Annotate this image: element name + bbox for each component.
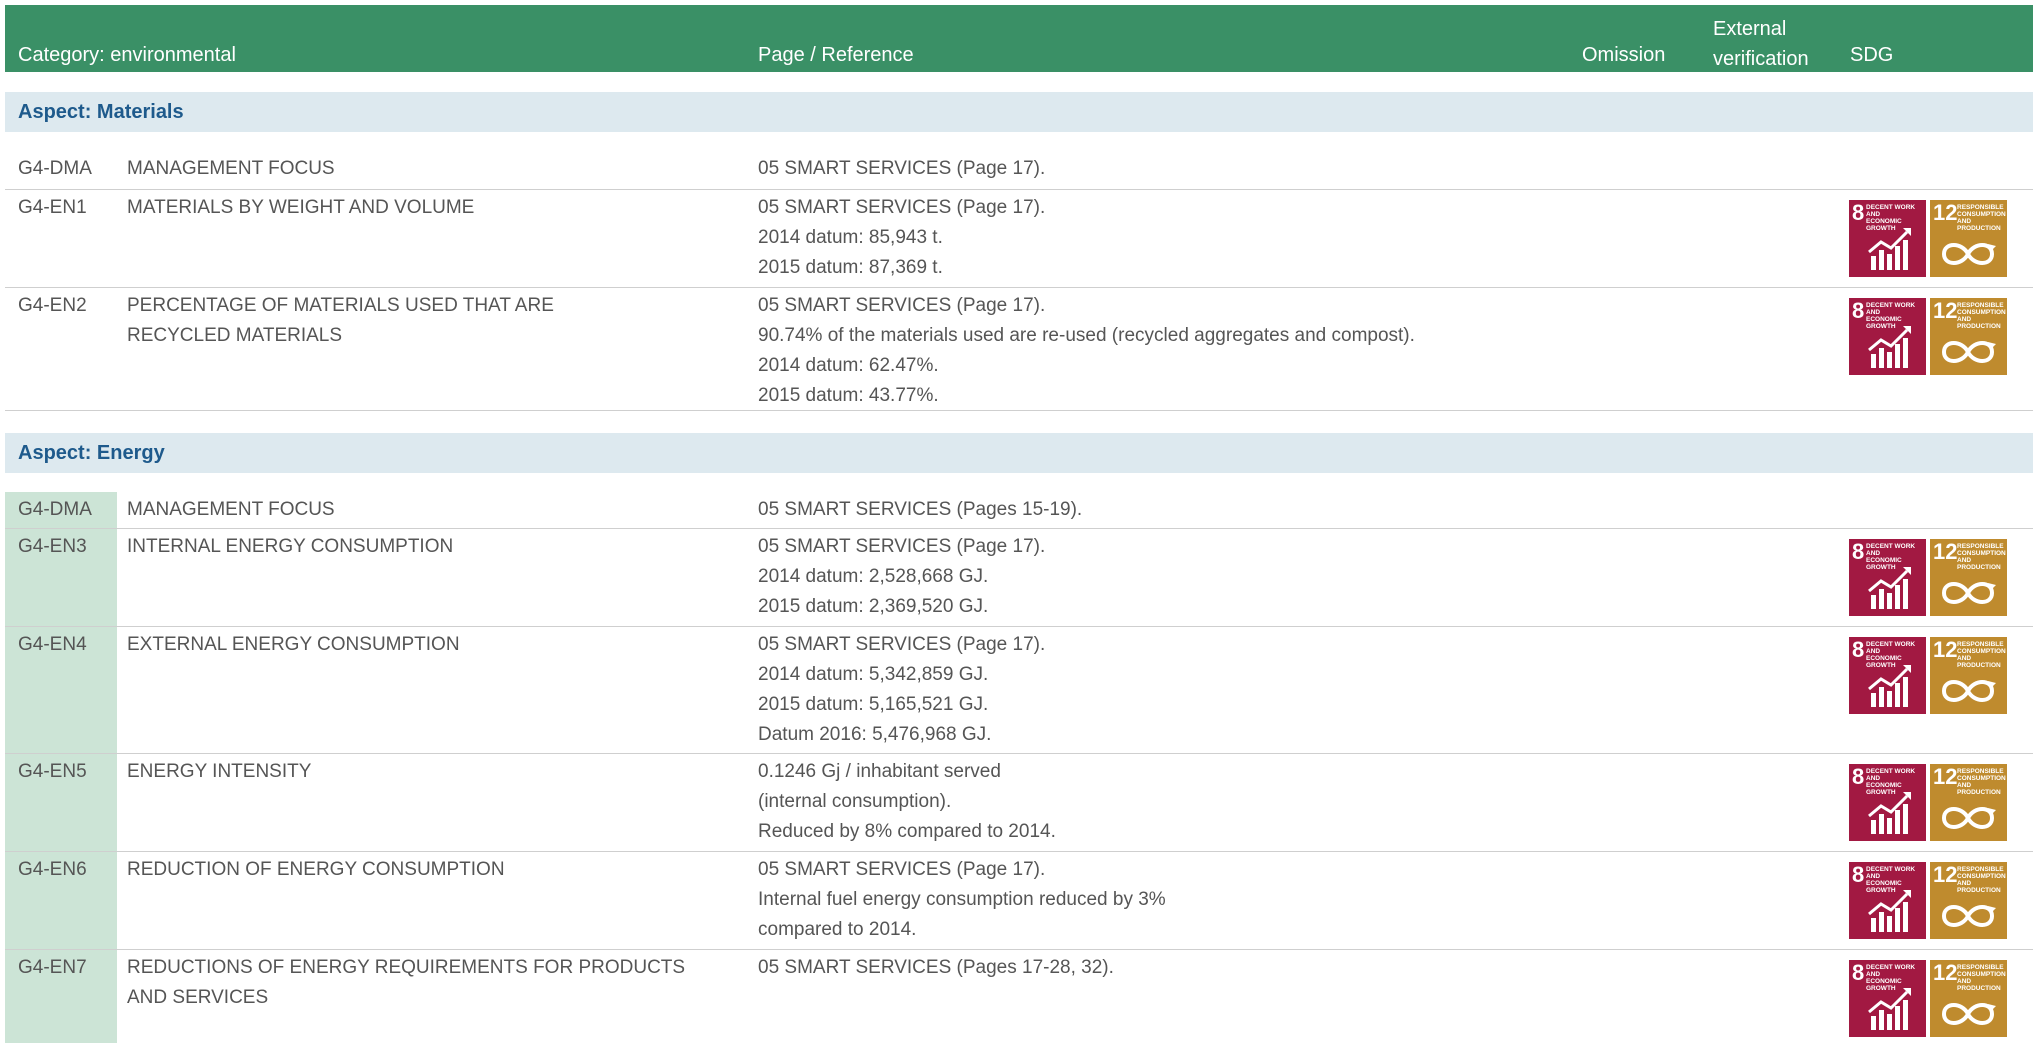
sdg-number: 12	[1933, 200, 1958, 225]
indicator-name: INTERNAL ENERGY CONSUMPTION	[127, 536, 454, 557]
aspect-energy: Aspect: Energy	[5, 433, 2033, 473]
table-row: G4-EN6 REDUCTION OF ENERGY CONSUMPTION 05 …	[5, 852, 2033, 950]
page-reference: 05 SMART SERVICES (Pages 17-28, 32).	[758, 957, 1114, 978]
page-reference: 05 SMART SERVICES (Page 17). 90.74% of th…	[758, 295, 1415, 406]
table-header: Category: environmental Page / Reference…	[5, 5, 2033, 72]
indicator-code: G4-EN6	[18, 859, 87, 880]
sdg-8-icon: 8 DECENT WORK AND ECONOMIC GROWTH	[1849, 200, 1926, 277]
sdg-icons: 8 DECENT WORK AND ECONOMIC GROWTH 12 RESPONS…	[1849, 960, 2007, 1038]
indicator-name: EXTERNAL ENERGY CONSUMPTION	[127, 634, 460, 655]
header-category: Category: environmental	[18, 44, 236, 66]
header-sdg: SDG	[1850, 44, 1894, 66]
sdg-12-icon: 12 RESPONSIBLE CONSUMPTION AND PRODUCTION	[1930, 298, 2007, 375]
sdg-number: 8	[1852, 298, 1865, 323]
indicator-name: MATERIALS BY WEIGHT AND VOLUME	[127, 197, 475, 218]
table-row: G4-EN5 ENERGY INTENSITY 0.1246 Gj / inhabi…	[5, 754, 2033, 852]
sdg-title: RESPONSIBLE CONSUMPTION AND PRODUCTION	[1957, 204, 2006, 232]
indicator-code: G4-EN3	[18, 536, 87, 557]
indicator-code: G4-EN5	[18, 761, 87, 782]
indicator-name: REDUCTIONS OF ENERGY REQUIREMENTS FOR PR…	[127, 957, 686, 1008]
sdg-8-icon: 8 DECENT WORK AND ECONOMIC GROWTH	[1849, 298, 1926, 375]
sdg-8-icon: 8 DECENT WORK AND ECONOMIC GROWTH	[1849, 960, 1926, 1037]
sdg-number: 12	[1933, 298, 1958, 323]
sdg-number: 12	[1933, 637, 1958, 662]
header-page-reference: Page / Reference	[758, 44, 914, 66]
sdg-number: 8	[1852, 960, 1865, 985]
sdg-12-icon: 12 RESPONSIBLE CONSUMPTION AND PRODUCTION	[1930, 764, 2007, 841]
sdg-number: 8	[1852, 539, 1865, 564]
indicator-name: REDUCTION OF ENERGY CONSUMPTION	[127, 859, 505, 880]
sdg-title: RESPONSIBLE CONSUMPTION AND PRODUCTION	[1957, 768, 2006, 796]
indicator-code: G4-EN7	[18, 957, 87, 978]
indicator-name: MANAGEMENT FOCUS	[127, 499, 335, 520]
indicator-name: MANAGEMENT FOCUS	[127, 158, 335, 179]
sdg-12-icon: 12 RESPONSIBLE CONSUMPTION AND PRODUCTION	[1930, 960, 2007, 1037]
aspect-title: Aspect: Materials	[18, 101, 184, 123]
sdg-title: RESPONSIBLE CONSUMPTION AND PRODUCTION	[1957, 641, 2006, 669]
sdg-title: DECENT WORK AND ECONOMIC GROWTH	[1866, 964, 1916, 992]
sdg-number: 12	[1933, 862, 1958, 887]
indicator-code: G4-EN4	[18, 634, 87, 655]
sdg-number: 12	[1933, 960, 1958, 985]
sdg-12-icon: 12 RESPONSIBLE CONSUMPTION AND PRODUCTION	[1930, 200, 2007, 277]
sdg-title: DECENT WORK AND ECONOMIC GROWTH	[1866, 204, 1916, 232]
page-reference: 05 SMART SERVICES (Pages 15-19).	[758, 499, 1083, 520]
indicator-name: PERCENTAGE OF MATERIALS USED THAT ARE REC…	[127, 295, 554, 346]
sdg-8-icon: 8 DECENT WORK AND ECONOMIC GROWTH	[1849, 637, 1926, 714]
sdg-8-icon: 8 DECENT WORK AND ECONOMIC GROWTH	[1849, 764, 1926, 841]
table-row: G4-EN7 REDUCTIONS OF ENERGY REQUIREMENTS …	[5, 950, 2033, 1043]
sdg-icons: 8 DECENT WORK AND ECONOMIC GROWTH 12 RESPONS…	[1849, 200, 2007, 278]
sdg-icons: 8 DECENT WORK AND ECONOMIC GROWTH 12 RESPONS…	[1849, 637, 2007, 715]
sdg-title: DECENT WORK AND ECONOMIC GROWTH	[1866, 641, 1916, 669]
header-omission: Omission	[1582, 44, 1666, 66]
indicator-code: G4-DMA	[18, 158, 92, 179]
page-reference: 0.1246 Gj / inhabitant served (internal c…	[758, 761, 1056, 842]
sdg-title: RESPONSIBLE CONSUMPTION AND PRODUCTION	[1957, 866, 2006, 894]
sdg-icons: 8 DECENT WORK AND ECONOMIC GROWTH 12 RESPONS…	[1849, 298, 2007, 376]
sdg-number: 12	[1933, 764, 1958, 789]
header-external-verification: External verification	[1713, 18, 1809, 70]
sdg-12-icon: 12 RESPONSIBLE CONSUMPTION AND PRODUCTION	[1930, 637, 2007, 714]
sdg-title: RESPONSIBLE CONSUMPTION AND PRODUCTION	[1957, 964, 2006, 992]
indicator-code: G4-EN1	[18, 197, 87, 218]
sdg-icons: 8 DECENT WORK AND ECONOMIC GROWTH 12 RESPONS…	[1849, 539, 2007, 617]
page-reference: 05 SMART SERVICES (Page 17). 2014 datum: …	[758, 536, 1046, 617]
sdg-number: 8	[1852, 200, 1865, 225]
table-row: G4-EN1 MATERIALS BY WEIGHT AND VOLUME 05 S…	[5, 190, 2033, 288]
sdg-number: 8	[1852, 764, 1865, 789]
sdg-title: RESPONSIBLE CONSUMPTION AND PRODUCTION	[1957, 543, 2006, 571]
aspect-title: Aspect: Energy	[18, 442, 165, 464]
sdg-12-icon: 12 RESPONSIBLE CONSUMPTION AND PRODUCTION	[1930, 862, 2007, 939]
sdg-title: DECENT WORK AND ECONOMIC GROWTH	[1866, 543, 1916, 571]
table-row: G4-EN2 PERCENTAGE OF MATERIALS USED THAT …	[5, 288, 2033, 411]
aspect-materials: Aspect: Materials	[5, 92, 2033, 132]
sdg-title: DECENT WORK AND ECONOMIC GROWTH	[1866, 866, 1916, 894]
sdg-8-icon: 8 DECENT WORK AND ECONOMIC GROWTH	[1849, 862, 1926, 939]
sdg-number: 8	[1852, 862, 1865, 887]
sdg-number: 8	[1852, 637, 1865, 662]
table-row: G4-DMA MANAGEMENT FOCUS 05 SMART SERVICES …	[5, 151, 2033, 190]
table-row: G4-EN3 INTERNAL ENERGY CONSUMPTION 05 SMAR…	[5, 529, 2033, 627]
sdg-number: 12	[1933, 539, 1958, 564]
indicator-code: G4-DMA	[18, 499, 92, 520]
sdg-title: DECENT WORK AND ECONOMIC GROWTH	[1866, 302, 1916, 330]
sdg-icons: 8 DECENT WORK AND ECONOMIC GROWTH 12 RESPONS…	[1849, 764, 2007, 842]
page-reference: 05 SMART SERVICES (Page 17). 2014 datum: …	[758, 197, 1046, 278]
sdg-title: RESPONSIBLE CONSUMPTION AND PRODUCTION	[1957, 302, 2006, 330]
page-reference: 05 SMART SERVICES (Page 17).	[758, 158, 1046, 179]
table-row: G4-DMA MANAGEMENT FOCUS 05 SMART SERVICES …	[5, 492, 2033, 529]
sdg-8-icon: 8 DECENT WORK AND ECONOMIC GROWTH	[1849, 539, 1926, 616]
indicator-code: G4-EN2	[18, 295, 87, 316]
page-reference: 05 SMART SERVICES (Page 17). 2014 datum: …	[758, 634, 1046, 745]
page-reference: 05 SMART SERVICES (Page 17). Internal fue…	[758, 859, 1166, 940]
table-row: G4-EN4 EXTERNAL ENERGY CONSUMPTION 05 SMAR…	[5, 627, 2033, 754]
sdg-12-icon: 12 RESPONSIBLE CONSUMPTION AND PRODUCTION	[1930, 539, 2007, 616]
sdg-icons: 8 DECENT WORK AND ECONOMIC GROWTH 12 RESPONS…	[1849, 862, 2007, 940]
indicator-name: ENERGY INTENSITY	[127, 761, 312, 782]
sdg-title: DECENT WORK AND ECONOMIC GROWTH	[1866, 768, 1916, 796]
